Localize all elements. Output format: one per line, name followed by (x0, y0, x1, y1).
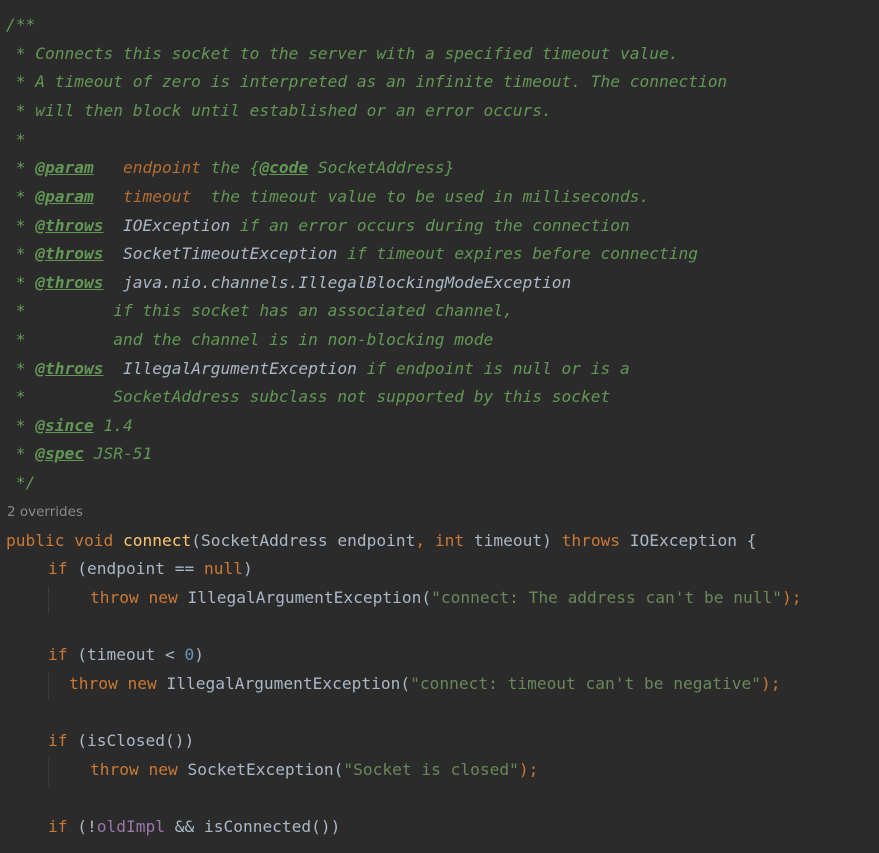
javadoc-line-1: * Connects this socket to the server wit… (6, 44, 679, 63)
javadoc-throws-ioexception: * @throws IOException if an error occurs… (6, 216, 630, 235)
javadoc-line-2: * A timeout of zero is interpreted as an… (6, 72, 728, 91)
code-if-is-closed: if (isClosed()) (48, 731, 195, 750)
exception-type[interactable]: java.nio.channels.IllegalBlockingModeExc… (123, 273, 571, 292)
code-throw-socket-closed: throw new SocketException("Socket is clo… (90, 760, 539, 779)
method-signature: public void connect(SocketAddress endpoi… (6, 531, 757, 550)
exception-type[interactable]: SocketTimeoutException (123, 244, 337, 263)
javadoc-throws-blocking: * @throws java.nio.channels.IllegalBlock… (6, 273, 572, 292)
param-name-timeout: timeout (122, 187, 192, 206)
javadoc-throws-argument: * @throws IllegalArgumentException if en… (6, 359, 630, 378)
javadoc-close: */ (6, 473, 36, 492)
javadoc-param-timeout: * @param timeout the timeout value to be… (6, 187, 650, 206)
param-tag[interactable]: @param (35, 158, 93, 177)
javadoc-line-4: * (6, 130, 26, 149)
overrides-hint[interactable]: 2 overrides (7, 502, 83, 522)
exception-type[interactable]: IllegalArgumentException (123, 359, 357, 378)
param-tag[interactable]: @param (35, 187, 93, 206)
code-throw-negative-timeout: throw new IllegalArgumentException("conn… (69, 674, 781, 693)
spec-tag[interactable]: @spec (35, 444, 84, 463)
code-editor[interactable]: /** * Connects this socket to the server… (0, 0, 879, 853)
javadoc-line-3: * will then block until established or a… (6, 101, 552, 120)
javadoc-continuation-3: * SocketAddress subclass not supported b… (6, 387, 611, 406)
indent-guide (48, 758, 49, 786)
method-name-connect[interactable]: connect (123, 531, 191, 550)
throws-tag[interactable]: @throws (35, 273, 103, 292)
field-old-impl[interactable]: oldImpl (97, 817, 165, 836)
javadoc-open: /** (6, 15, 36, 34)
code-if-old-impl-connected: if (!oldImpl && isConnected()) (48, 817, 341, 836)
javadoc-param-endpoint: * @param endpoint the {@code SocketAddre… (6, 158, 455, 177)
code-tag[interactable]: @code (259, 158, 308, 177)
throws-tag[interactable]: @throws (35, 359, 103, 378)
indent-guide (48, 586, 49, 614)
javadoc-since: * @since 1.4 (6, 416, 133, 435)
throws-tag[interactable]: @throws (35, 216, 103, 235)
throws-tag[interactable]: @throws (35, 244, 103, 263)
javadoc-continuation-2: * and the channel is in non-blocking mod… (6, 330, 494, 349)
exception-type[interactable]: IOException (123, 216, 230, 235)
indent-guide (48, 672, 49, 700)
code-throw-null-address: throw new IllegalArgumentException("conn… (90, 588, 802, 607)
since-tag[interactable]: @since (35, 416, 93, 435)
javadoc-spec: * @spec JSR-51 (6, 444, 153, 463)
code-if-endpoint-null: if (endpoint == null) (48, 559, 253, 578)
javadoc-throws-timeout: * @throws SocketTimeoutException if time… (6, 244, 698, 263)
javadoc-continuation-1: * if this socket has an associated chann… (6, 301, 513, 320)
code-if-timeout-negative: if (timeout < 0) (48, 645, 204, 664)
param-name-endpoint: endpoint (122, 158, 201, 177)
